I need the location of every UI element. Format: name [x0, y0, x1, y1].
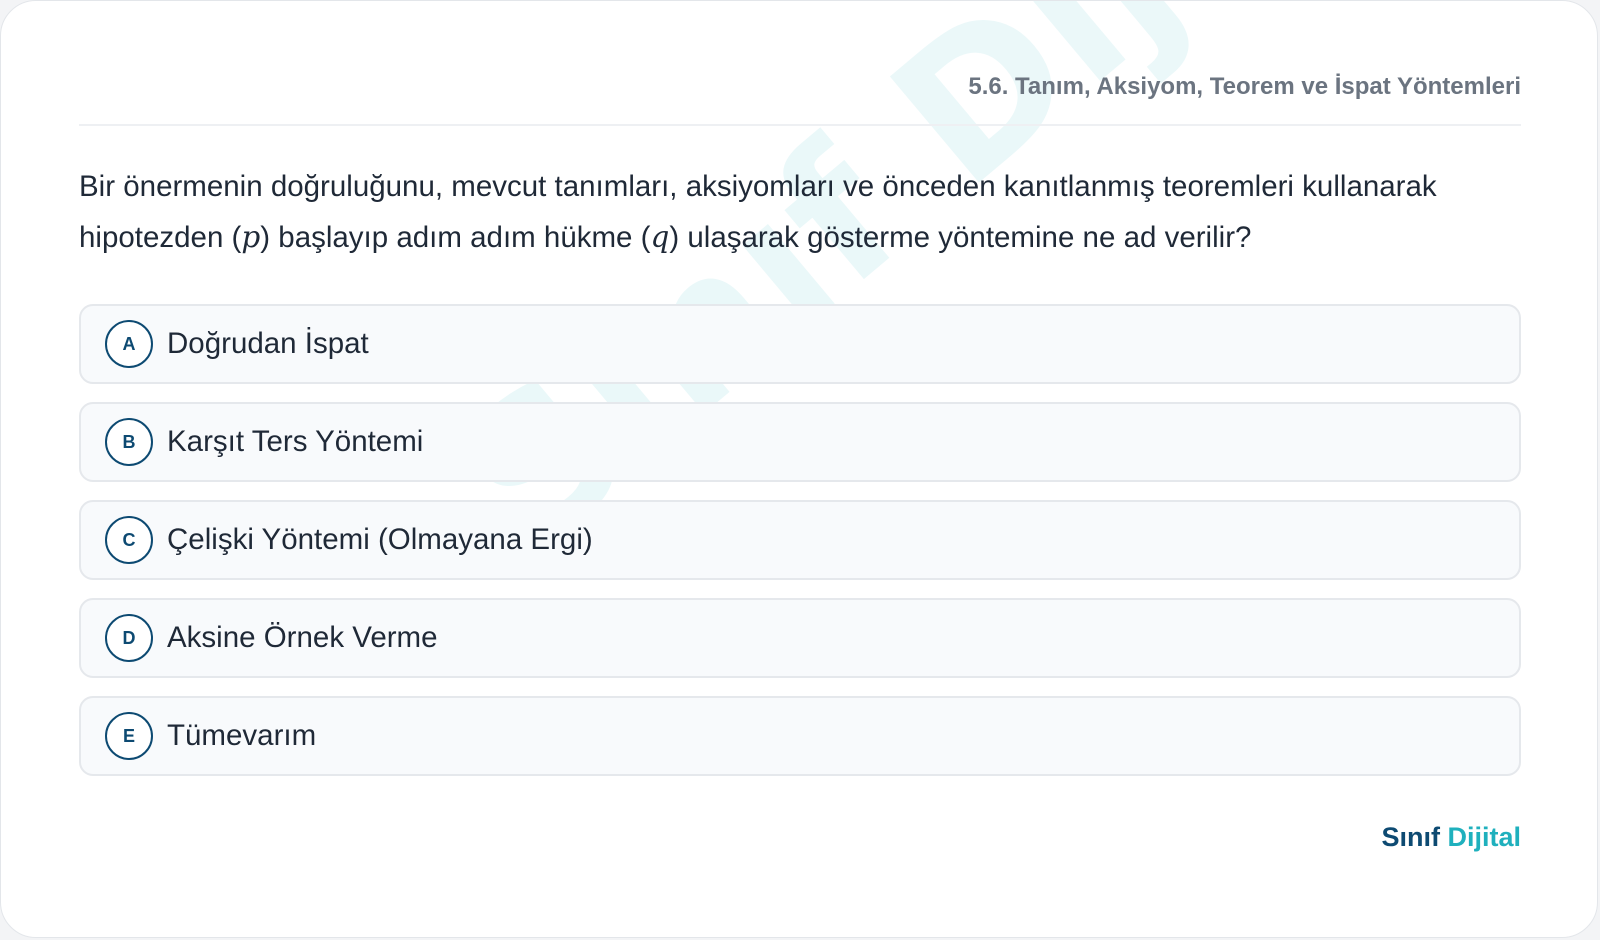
option-letter-badge: E	[105, 712, 153, 760]
question-line-1: Bir önermenin doğruluğunu, mevcut tanıml…	[79, 170, 1437, 203]
brand-part-2: Dijital	[1447, 822, 1521, 852]
option-letter-badge: B	[105, 418, 153, 466]
brand-logo: Sınıf Dijital	[1381, 822, 1521, 853]
question-line-2c: ) ulaşarak gösterme yöntemine ne ad veri…	[669, 221, 1252, 254]
option-a[interactable]: A Doğrudan İspat	[79, 304, 1521, 384]
question-line-2a: hipotezden (	[79, 221, 242, 254]
option-d[interactable]: D Aksine Örnek Verme	[79, 598, 1521, 678]
option-letter-badge: A	[105, 320, 153, 368]
question-line-2b: ) başlayıp adım adım hükme (	[260, 221, 651, 254]
option-label: Aksine Örnek Verme	[167, 621, 438, 654]
option-b[interactable]: B Karşıt Ters Yöntemi	[79, 402, 1521, 482]
option-letter-badge: C	[105, 516, 153, 564]
divider	[79, 124, 1521, 126]
option-label: Çelişki Yöntemi (Olmayana Ergi)	[167, 523, 593, 556]
question-card: Sınıf Dijital 5.6. Tanım, Aksiyom, Teore…	[0, 0, 1598, 938]
math-variable-q: q	[650, 220, 670, 254]
answer-options: A Doğrudan İspat B Karşıt Ters Yöntemi C…	[79, 304, 1521, 794]
option-label: Tümevarım	[167, 719, 317, 752]
question-text: Bir önermenin doğruluğunu, mevcut tanıml…	[79, 161, 1527, 263]
option-label: Karşıt Ters Yöntemi	[167, 425, 424, 458]
option-letter-badge: D	[105, 614, 153, 662]
option-c[interactable]: C Çelişki Yöntemi (Olmayana Ergi)	[79, 500, 1521, 580]
topic-title: 5.6. Tanım, Aksiyom, Teorem ve İspat Yön…	[968, 73, 1521, 100]
option-e[interactable]: E Tümevarım	[79, 696, 1521, 776]
math-variable-p: p	[241, 220, 261, 254]
brand-part-1: Sınıf	[1381, 822, 1440, 852]
option-label: Doğrudan İspat	[167, 327, 369, 360]
